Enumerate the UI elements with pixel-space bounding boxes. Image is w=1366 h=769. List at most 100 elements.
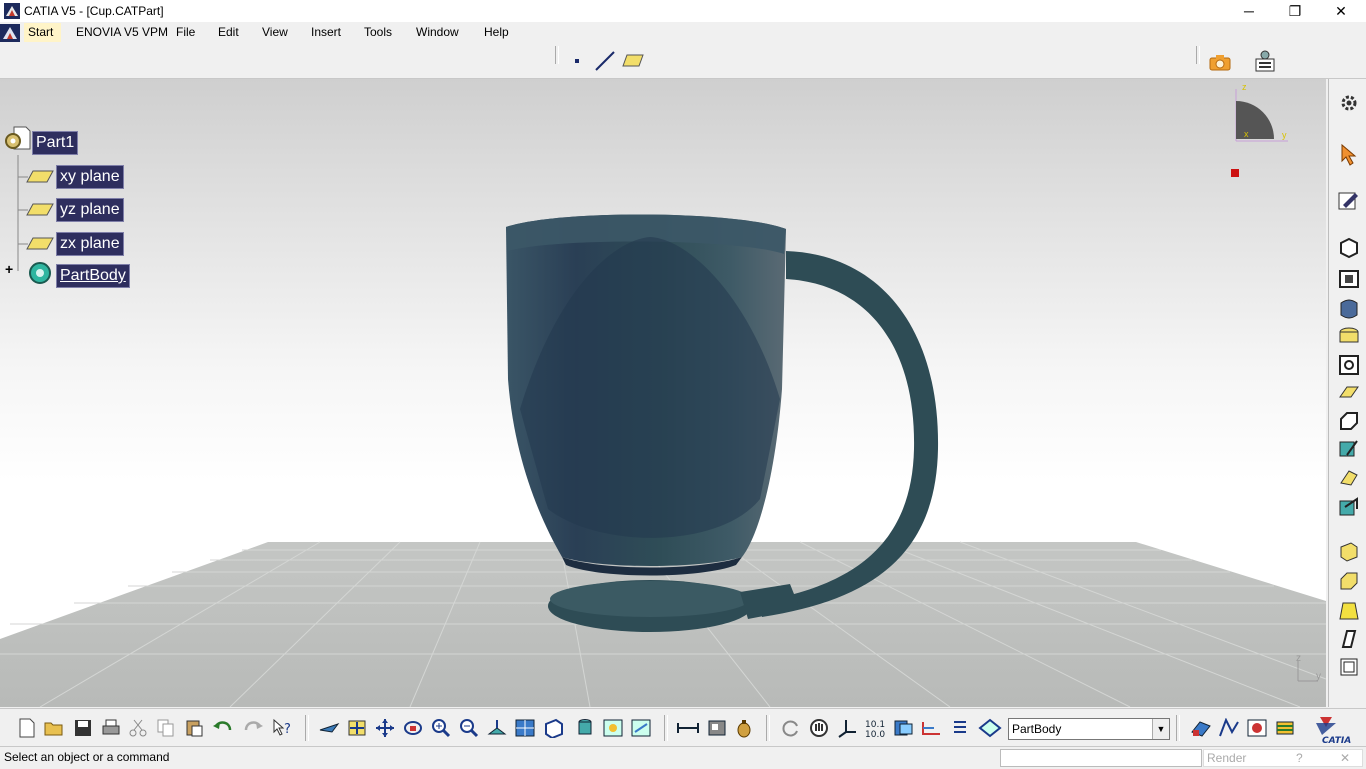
3d-viewport[interactable]: Part1 xy plane yz plane zx plane + PartB… (0, 79, 1326, 707)
zoom-in-icon[interactable] (430, 718, 452, 738)
menu-window[interactable]: Window (414, 25, 461, 39)
manipulation-hand-icon[interactable] (808, 718, 830, 738)
swap-visible-space-icon[interactable] (630, 718, 652, 738)
tree-node-yz-plane[interactable]: yz plane (56, 198, 124, 222)
minimize-button[interactable]: ─ (1226, 0, 1272, 22)
groove-icon[interactable] (1337, 353, 1361, 377)
scene-graphics (0, 214, 1326, 707)
photo-studio-icon[interactable] (1246, 718, 1268, 738)
redo-icon[interactable] (242, 718, 264, 738)
render-help-button[interactable]: ? (1296, 751, 1303, 765)
hide-show-icon[interactable] (602, 718, 624, 738)
plane-tree-icon[interactable] (25, 201, 55, 219)
sketch-analysis-icon[interactable] (1218, 718, 1240, 738)
maximize-button[interactable]: ❐ (1272, 0, 1318, 22)
copy-icon[interactable] (156, 718, 176, 738)
camera-icon[interactable] (1208, 52, 1232, 72)
plane-tree-icon[interactable] (25, 168, 55, 186)
tree-node-part1[interactable]: Part1 (32, 131, 79, 155)
save-icon[interactable] (73, 718, 93, 738)
toolbar-separator (1196, 46, 1200, 64)
print-icon[interactable] (100, 718, 122, 738)
axis-system-icon[interactable] (836, 718, 858, 738)
menu-edit[interactable]: Edit (216, 25, 241, 39)
part-icon[interactable] (2, 125, 32, 155)
status-bar: Select an object or a command Render ? ✕ (0, 746, 1366, 769)
shaft-icon[interactable] (1337, 297, 1361, 321)
toolbar-separator (555, 46, 559, 64)
tree-node-zx-plane[interactable]: zx plane (56, 232, 124, 256)
compass-z-label: z (1242, 82, 1247, 92)
knowledge-icon[interactable] (1274, 718, 1296, 738)
undo-icon[interactable] (212, 718, 234, 738)
measure-item-icon[interactable] (706, 718, 728, 738)
pad-icon[interactable] (1337, 235, 1361, 259)
quick-view-icon[interactable] (542, 718, 566, 738)
measure-inertia-icon[interactable] (734, 718, 754, 738)
expand-toggle[interactable]: + (5, 262, 17, 276)
fly-mode-icon[interactable] (318, 718, 340, 738)
update-icon[interactable] (780, 718, 802, 738)
fillet-icon[interactable] (1337, 539, 1361, 563)
zoom-out-icon[interactable] (458, 718, 480, 738)
hole-icon[interactable] (1337, 325, 1361, 349)
fit-all-in-icon[interactable] (346, 718, 368, 738)
tree-node-partbody[interactable]: PartBody (56, 264, 130, 288)
compass-y-label: y (1282, 130, 1287, 140)
render-close-button[interactable]: ✕ (1340, 751, 1350, 765)
close-button[interactable]: ✕ (1318, 0, 1364, 22)
normal-view-icon[interactable] (486, 718, 508, 738)
measure-between-icon[interactable] (676, 718, 700, 738)
rotate-icon[interactable] (402, 718, 424, 738)
chevron-down-icon[interactable]: ▼ (1152, 719, 1169, 739)
tree-node-xy-plane[interactable]: xy plane (56, 165, 124, 189)
draft-icon[interactable] (1337, 599, 1361, 623)
compass-x-label: x (1244, 129, 1249, 139)
menu-tools[interactable]: Tools (362, 25, 394, 39)
line-icon[interactable] (594, 50, 616, 72)
table-icon[interactable]: 10.110.0 (864, 717, 886, 739)
triad-y-label: y (1316, 671, 1321, 682)
slot-icon[interactable] (1337, 409, 1361, 433)
multi-view-icon[interactable] (514, 718, 536, 738)
menu-help[interactable]: Help (482, 25, 511, 39)
loft-icon[interactable] (1337, 465, 1361, 489)
menu-view[interactable]: View (260, 25, 290, 39)
catalog-browser-icon[interactable] (1252, 49, 1278, 75)
pan-icon[interactable] (374, 718, 396, 738)
sketcher-icon[interactable] (1337, 189, 1361, 213)
select-arrow-icon[interactable] (1339, 143, 1361, 167)
chamfer-icon[interactable] (1337, 569, 1361, 593)
define-in-work-object-icon[interactable] (978, 718, 1002, 738)
catia-menu-logo-icon[interactable] (0, 24, 20, 42)
window-title: CATIA V5 - [Cup.CATPart] (24, 4, 164, 18)
gear-icon[interactable] (1339, 93, 1359, 113)
toolbar-separator (766, 715, 770, 741)
cut-icon[interactable] (128, 718, 148, 738)
new-document-icon[interactable] (18, 718, 36, 738)
plane-tree-icon[interactable] (25, 235, 55, 253)
menu-insert[interactable]: Insert (309, 25, 343, 39)
menu-file[interactable]: File (174, 25, 197, 39)
paste-icon[interactable] (184, 718, 204, 738)
boolean-icon[interactable] (892, 718, 914, 738)
partbody-icon[interactable] (26, 260, 54, 286)
rib-icon[interactable] (1337, 381, 1361, 405)
constraint-icon[interactable] (920, 718, 944, 738)
solid-combine-icon[interactable] (1337, 495, 1361, 519)
thickness-icon[interactable] (1337, 655, 1361, 679)
point-icon[interactable] (570, 54, 584, 68)
whats-this-icon[interactable]: ? (272, 718, 294, 738)
stiffener-icon[interactable] (1337, 437, 1361, 461)
apply-material-icon[interactable] (1190, 718, 1212, 738)
body-selector-dropdown[interactable]: PartBody ▼ (1008, 718, 1170, 740)
list-icon[interactable] (950, 718, 970, 738)
open-folder-icon[interactable] (44, 718, 64, 738)
pocket-icon[interactable] (1337, 267, 1361, 291)
command-input[interactable] (1000, 749, 1202, 767)
shading-icon[interactable] (574, 718, 596, 738)
shell-icon[interactable] (1337, 627, 1361, 651)
menu-enovia[interactable]: ENOVIA V5 VPM (74, 25, 170, 39)
plane-icon[interactable] (621, 52, 645, 70)
menu-start[interactable]: Start (24, 23, 62, 42)
